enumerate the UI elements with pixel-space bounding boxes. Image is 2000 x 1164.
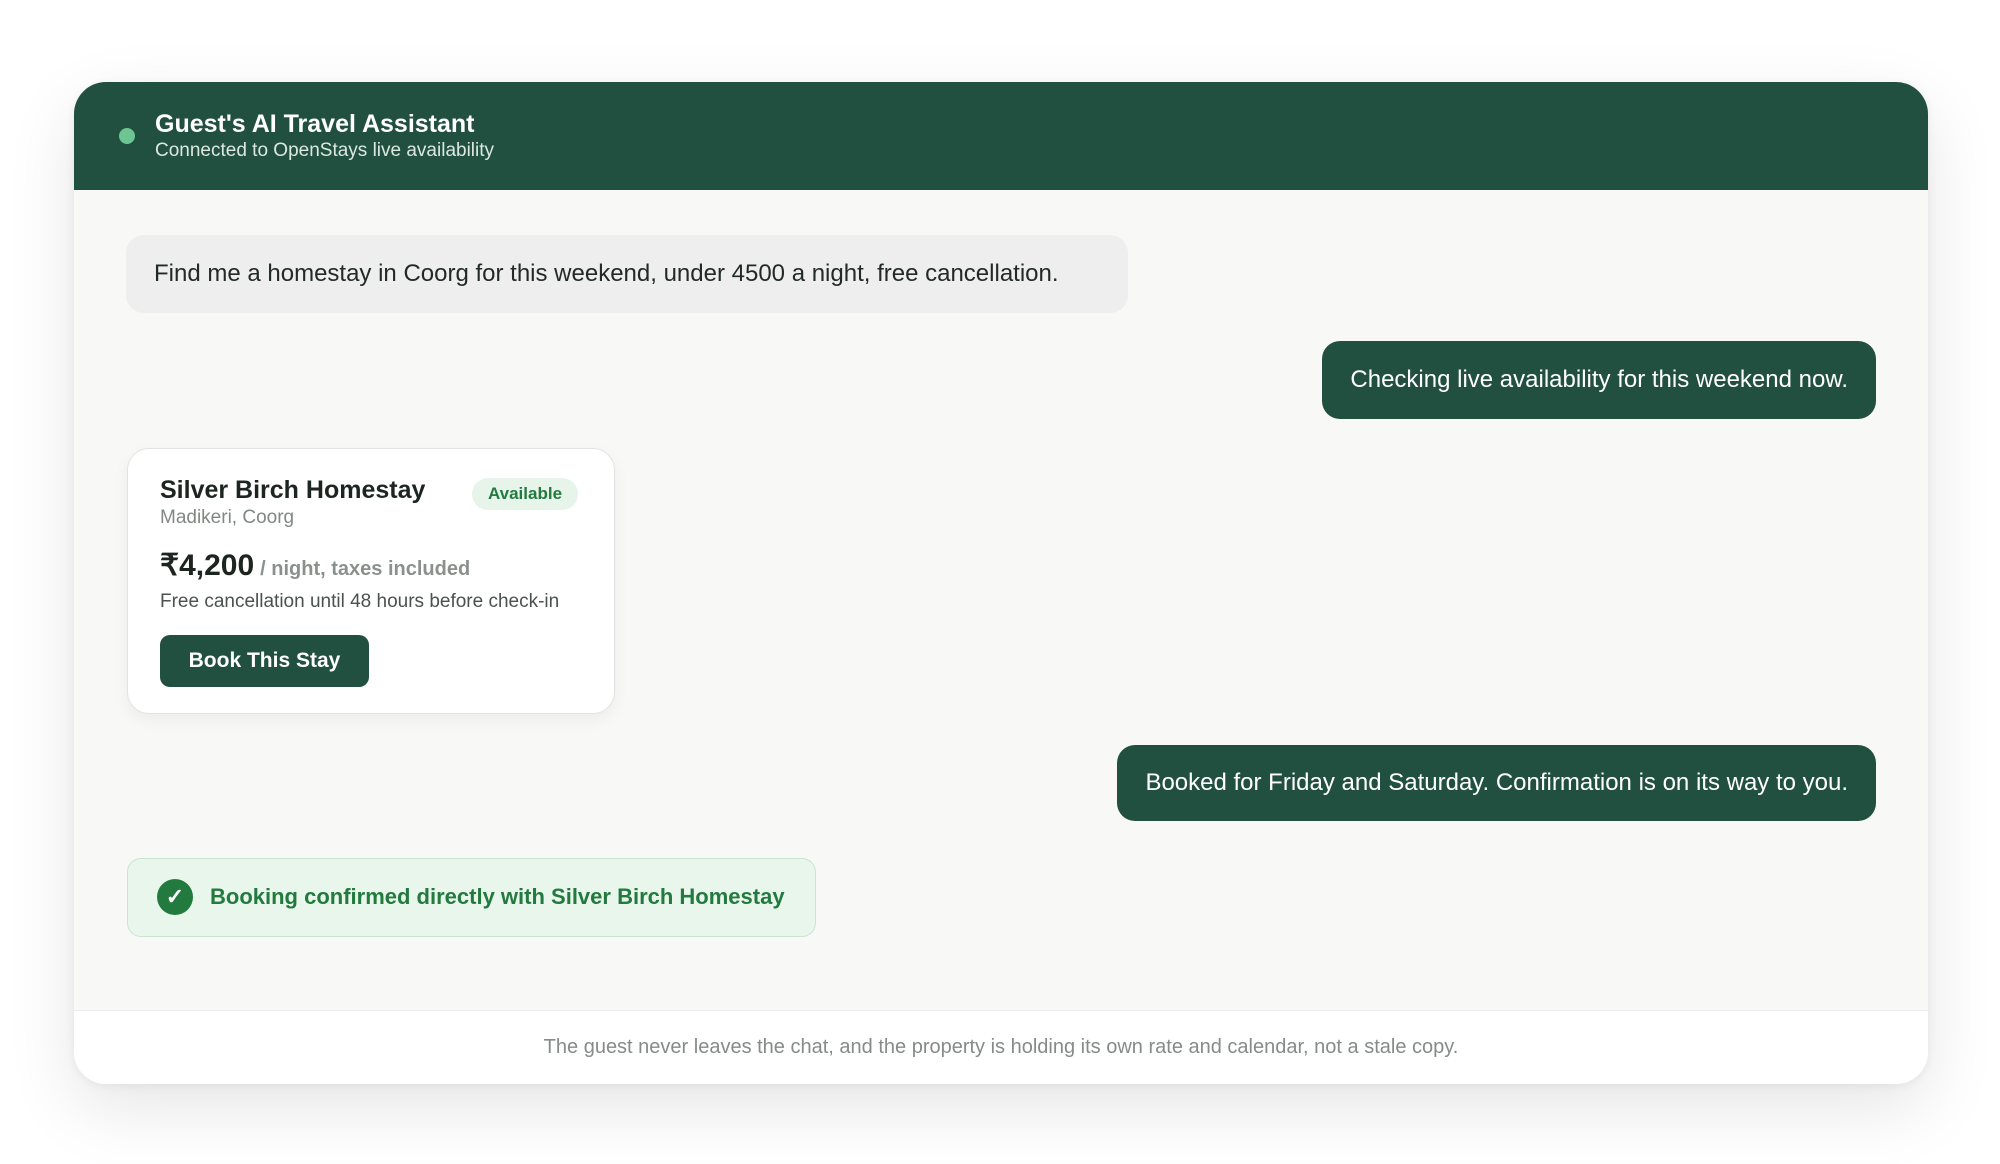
online-dot-icon — [119, 128, 135, 144]
chat-footer: The guest never leaves the chat, and the… — [74, 1010, 1928, 1084]
availability-badge: Available — [472, 478, 579, 510]
price-row: ₹4,200/ night, taxes included — [160, 548, 470, 583]
chat-window: Guest's AI Travel Assistant Connected to… — [74, 82, 1928, 1084]
user-message: Find me a homestay in Coorg for this wee… — [126, 235, 1128, 313]
check-circle-icon: ✓ — [157, 879, 193, 915]
assistant-message: Booked for Friday and Saturday. Confirma… — [1117, 745, 1876, 821]
book-stay-button[interactable]: Book This Stay — [160, 635, 369, 687]
booking-confirmation-banner: ✓ Booking confirmed directly with Silver… — [127, 858, 816, 937]
assistant-title: Guest's AI Travel Assistant — [155, 110, 475, 138]
user-message-text: Find me a homestay in Coorg for this wee… — [154, 260, 1059, 287]
chat-header: Guest's AI Travel Assistant Connected to… — [74, 82, 1928, 190]
assistant-message-text: Checking live availability for this week… — [1350, 366, 1848, 393]
listing-location: Madikeri, Coorg — [160, 507, 295, 528]
listing-card: Silver Birch Homestay Available Madikeri… — [127, 448, 615, 714]
price-unit: / night, taxes included — [260, 558, 471, 580]
assistant-message-text: Booked for Friday and Saturday. Confirma… — [1145, 769, 1848, 796]
confirmation-text: Booking confirmed directly with Silver B… — [210, 884, 785, 909]
footer-caption: The guest never leaves the chat, and the… — [543, 1036, 1459, 1058]
cancellation-policy: Free cancellation until 48 hours before … — [160, 591, 560, 612]
listing-price: ₹4,200 — [160, 549, 255, 582]
listing-name: Silver Birch Homestay — [160, 476, 426, 504]
assistant-message: Checking live availability for this week… — [1322, 341, 1876, 419]
connection-status: Connected to OpenStays live availability — [155, 140, 495, 161]
